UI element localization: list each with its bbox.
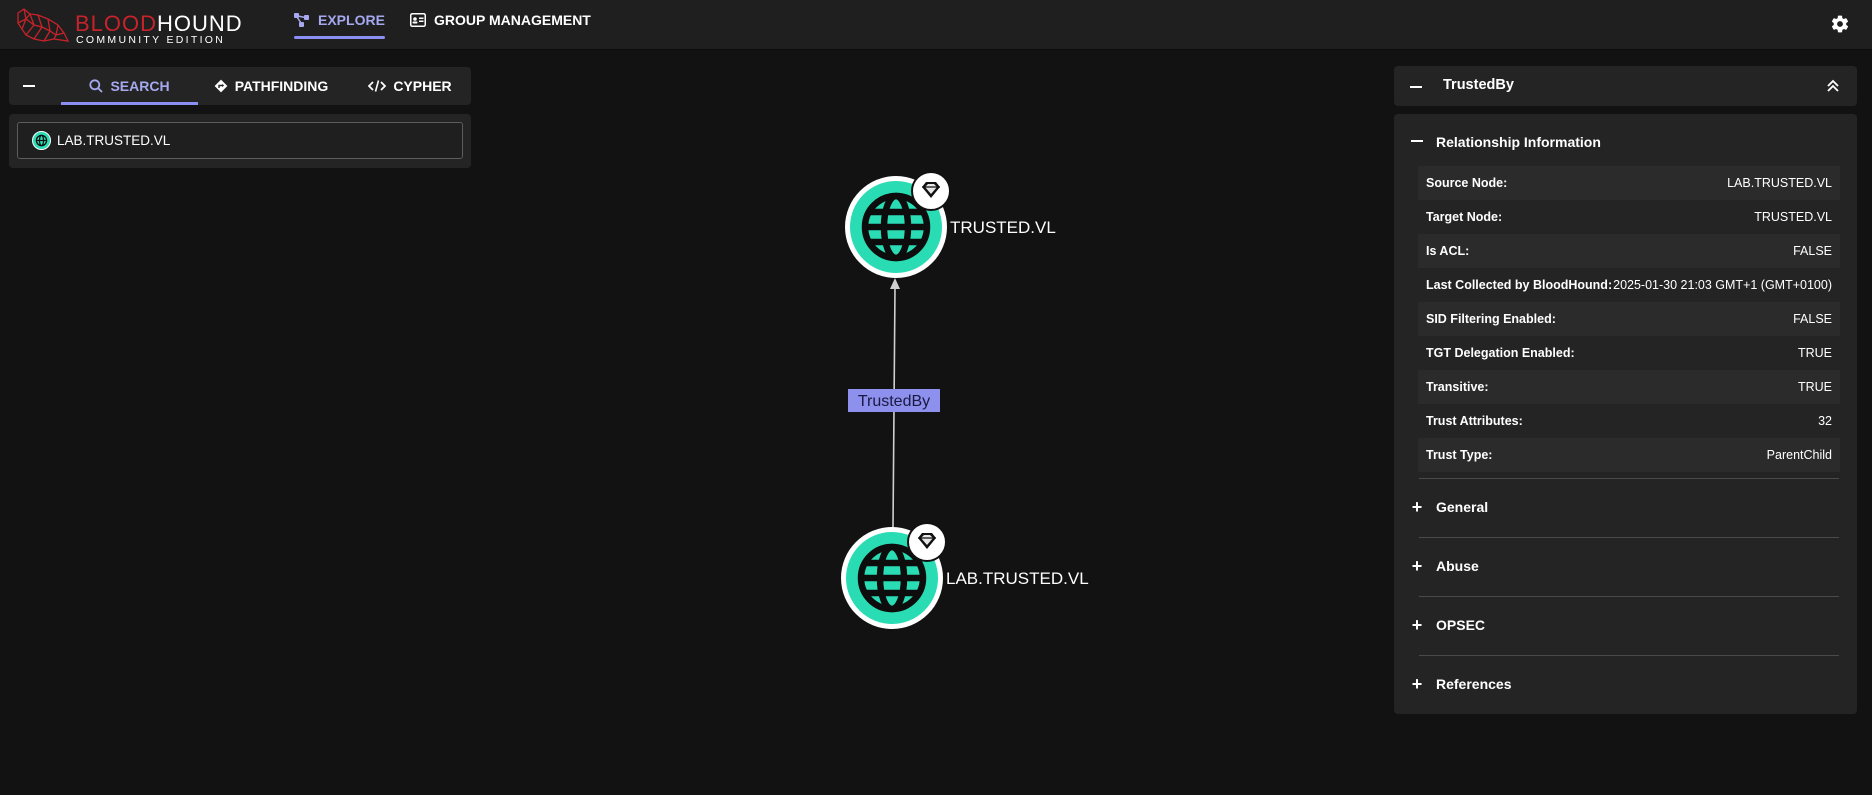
property-key: SID Filtering Enabled: (1426, 312, 1556, 326)
nav-explore[interactable]: EXPLORE (294, 0, 385, 40)
property-value: LAB.TRUSTED.VL (1727, 176, 1832, 190)
node-label: TRUSTED.VL (950, 218, 1056, 237)
tab-pathfinding[interactable]: PATHFINDING (201, 67, 341, 105)
property-value: FALSE (1793, 244, 1832, 258)
minus-icon (23, 85, 35, 87)
table-row: Is ACL: FALSE (1418, 234, 1840, 268)
search-input[interactable]: LAB.TRUSTED.VL (17, 122, 463, 159)
section-label: Relationship Information (1436, 134, 1601, 150)
divider (1419, 655, 1839, 656)
nav-group-management[interactable]: GROUP MANAGEMENT (410, 0, 591, 40)
plus-icon: + (1411, 497, 1423, 517)
property-key: Last Collected by BloodHound: (1426, 278, 1613, 292)
bloodhound-logo[interactable]: BLOODHOUND COMMUNITY EDITION (14, 5, 242, 46)
property-key: Transitive: (1426, 380, 1489, 394)
divider (1419, 596, 1839, 597)
hound-logo-icon (17, 8, 70, 42)
table-row: SID Filtering Enabled: FALSE (1418, 302, 1840, 336)
explore-tabs-panel: SEARCH PATHFINDING CYPHER (9, 67, 471, 105)
graph-node-lab-trusted-vl[interactable]: LAB.TRUSTED.VL (841, 522, 1089, 629)
search-panel: LAB.TRUSTED.VL (9, 114, 471, 168)
code-icon (368, 80, 387, 92)
property-key: Target Node: (1426, 210, 1503, 224)
tab-search[interactable]: SEARCH (61, 67, 198, 105)
section-opsec[interactable]: + OPSEC (1394, 610, 1857, 640)
plus-icon: + (1411, 556, 1423, 576)
section-label: General (1436, 499, 1489, 515)
property-key: Trust Type: (1426, 448, 1493, 462)
section-label: OPSEC (1436, 617, 1486, 633)
plus-icon: + (1411, 674, 1423, 694)
minus-icon (1410, 86, 1422, 88)
chevron-double-up-icon[interactable] (1825, 78, 1841, 94)
search-icon (89, 79, 104, 93)
properties-table: Source Node: LAB.TRUSTED.VL Target Node: T… (1418, 166, 1840, 472)
section-general[interactable]: + General (1394, 492, 1857, 522)
collapse-search-button[interactable] (19, 76, 39, 96)
section-label: Abuse (1436, 558, 1479, 574)
table-row: Trust Attributes: 32 (1418, 404, 1840, 438)
tab-search-label: SEARCH (110, 78, 170, 94)
property-value: 2025-01-30 21:03 GMT+1 (GMT+0100) (1613, 278, 1832, 292)
edge-label[interactable]: TrustedBy (848, 389, 940, 412)
property-key: Trust Attributes: (1426, 414, 1523, 428)
property-value: ParentChild (1766, 448, 1832, 462)
tab-cypher[interactable]: CYPHER (354, 67, 466, 105)
property-value: 32 (1818, 414, 1832, 428)
tab-pathfinding-label: PATHFINDING (234, 78, 329, 94)
property-value: TRUSTED.VL (1754, 210, 1832, 224)
node-label: LAB.TRUSTED.VL (946, 569, 1089, 588)
table-row: Source Node: LAB.TRUSTED.VL (1418, 166, 1840, 200)
graph-node-trusted-vl[interactable]: TRUSTED.VL (845, 171, 1056, 278)
divider (1419, 478, 1839, 479)
edge-arrowhead (890, 278, 900, 289)
graph-icon (294, 13, 309, 27)
property-key: Is ACL: (1426, 244, 1470, 258)
table-row: Last Collected by BloodHound: 2025-01-30 … (1418, 268, 1840, 302)
details-header: TrustedBy (1394, 66, 1857, 106)
collapse-details-button[interactable] (1409, 80, 1423, 94)
logo-word-hound: HOUND (157, 11, 243, 36)
search-input-value: LAB.TRUSTED.VL (57, 133, 171, 148)
route-icon (214, 79, 228, 93)
globe-icon (32, 131, 51, 150)
table-row: Transitive: TRUE (1418, 370, 1840, 404)
divider (1419, 537, 1839, 538)
property-value: FALSE (1793, 312, 1832, 326)
property-key: TGT Delegation Enabled: (1426, 346, 1575, 360)
plus-icon: + (1411, 615, 1423, 635)
tab-cypher-label: CYPHER (393, 78, 452, 94)
section-abuse[interactable]: + Abuse (1394, 551, 1857, 581)
table-row: Target Node: TRUSTED.VL (1418, 200, 1840, 234)
logo-title: BLOODHOUND (75, 13, 243, 35)
gem-icon (907, 522, 947, 562)
property-key: Source Node: (1426, 176, 1508, 190)
table-row: TGT Delegation Enabled: TRUE (1418, 336, 1840, 370)
top-bar: BLOODHOUND COMMUNITY EDITION EXPLORE GRO… (0, 0, 1872, 50)
section-label: References (1436, 676, 1512, 692)
id-card-icon (410, 13, 426, 27)
table-row: Trust Type: ParentChild (1418, 438, 1840, 472)
logo-word-blood: BLOOD (75, 11, 158, 36)
nav-explore-label: EXPLORE (318, 12, 385, 28)
gem-icon (911, 171, 951, 211)
property-value: TRUE (1797, 380, 1832, 394)
gear-icon[interactable] (1830, 14, 1850, 34)
section-references[interactable]: + References (1394, 669, 1857, 699)
details-body: Relationship Information Source Node: LAB… (1394, 114, 1857, 714)
property-value: TRUE (1797, 346, 1832, 360)
edge-label-text: TrustedBy (858, 393, 930, 410)
logo-subtitle: COMMUNITY EDITION (76, 34, 226, 46)
minus-icon (1411, 140, 1423, 142)
section-relationship-information[interactable]: Relationship Information (1394, 127, 1857, 157)
details-title: TrustedBy (1443, 77, 1514, 93)
nav-group-management-label: GROUP MANAGEMENT (434, 12, 591, 28)
